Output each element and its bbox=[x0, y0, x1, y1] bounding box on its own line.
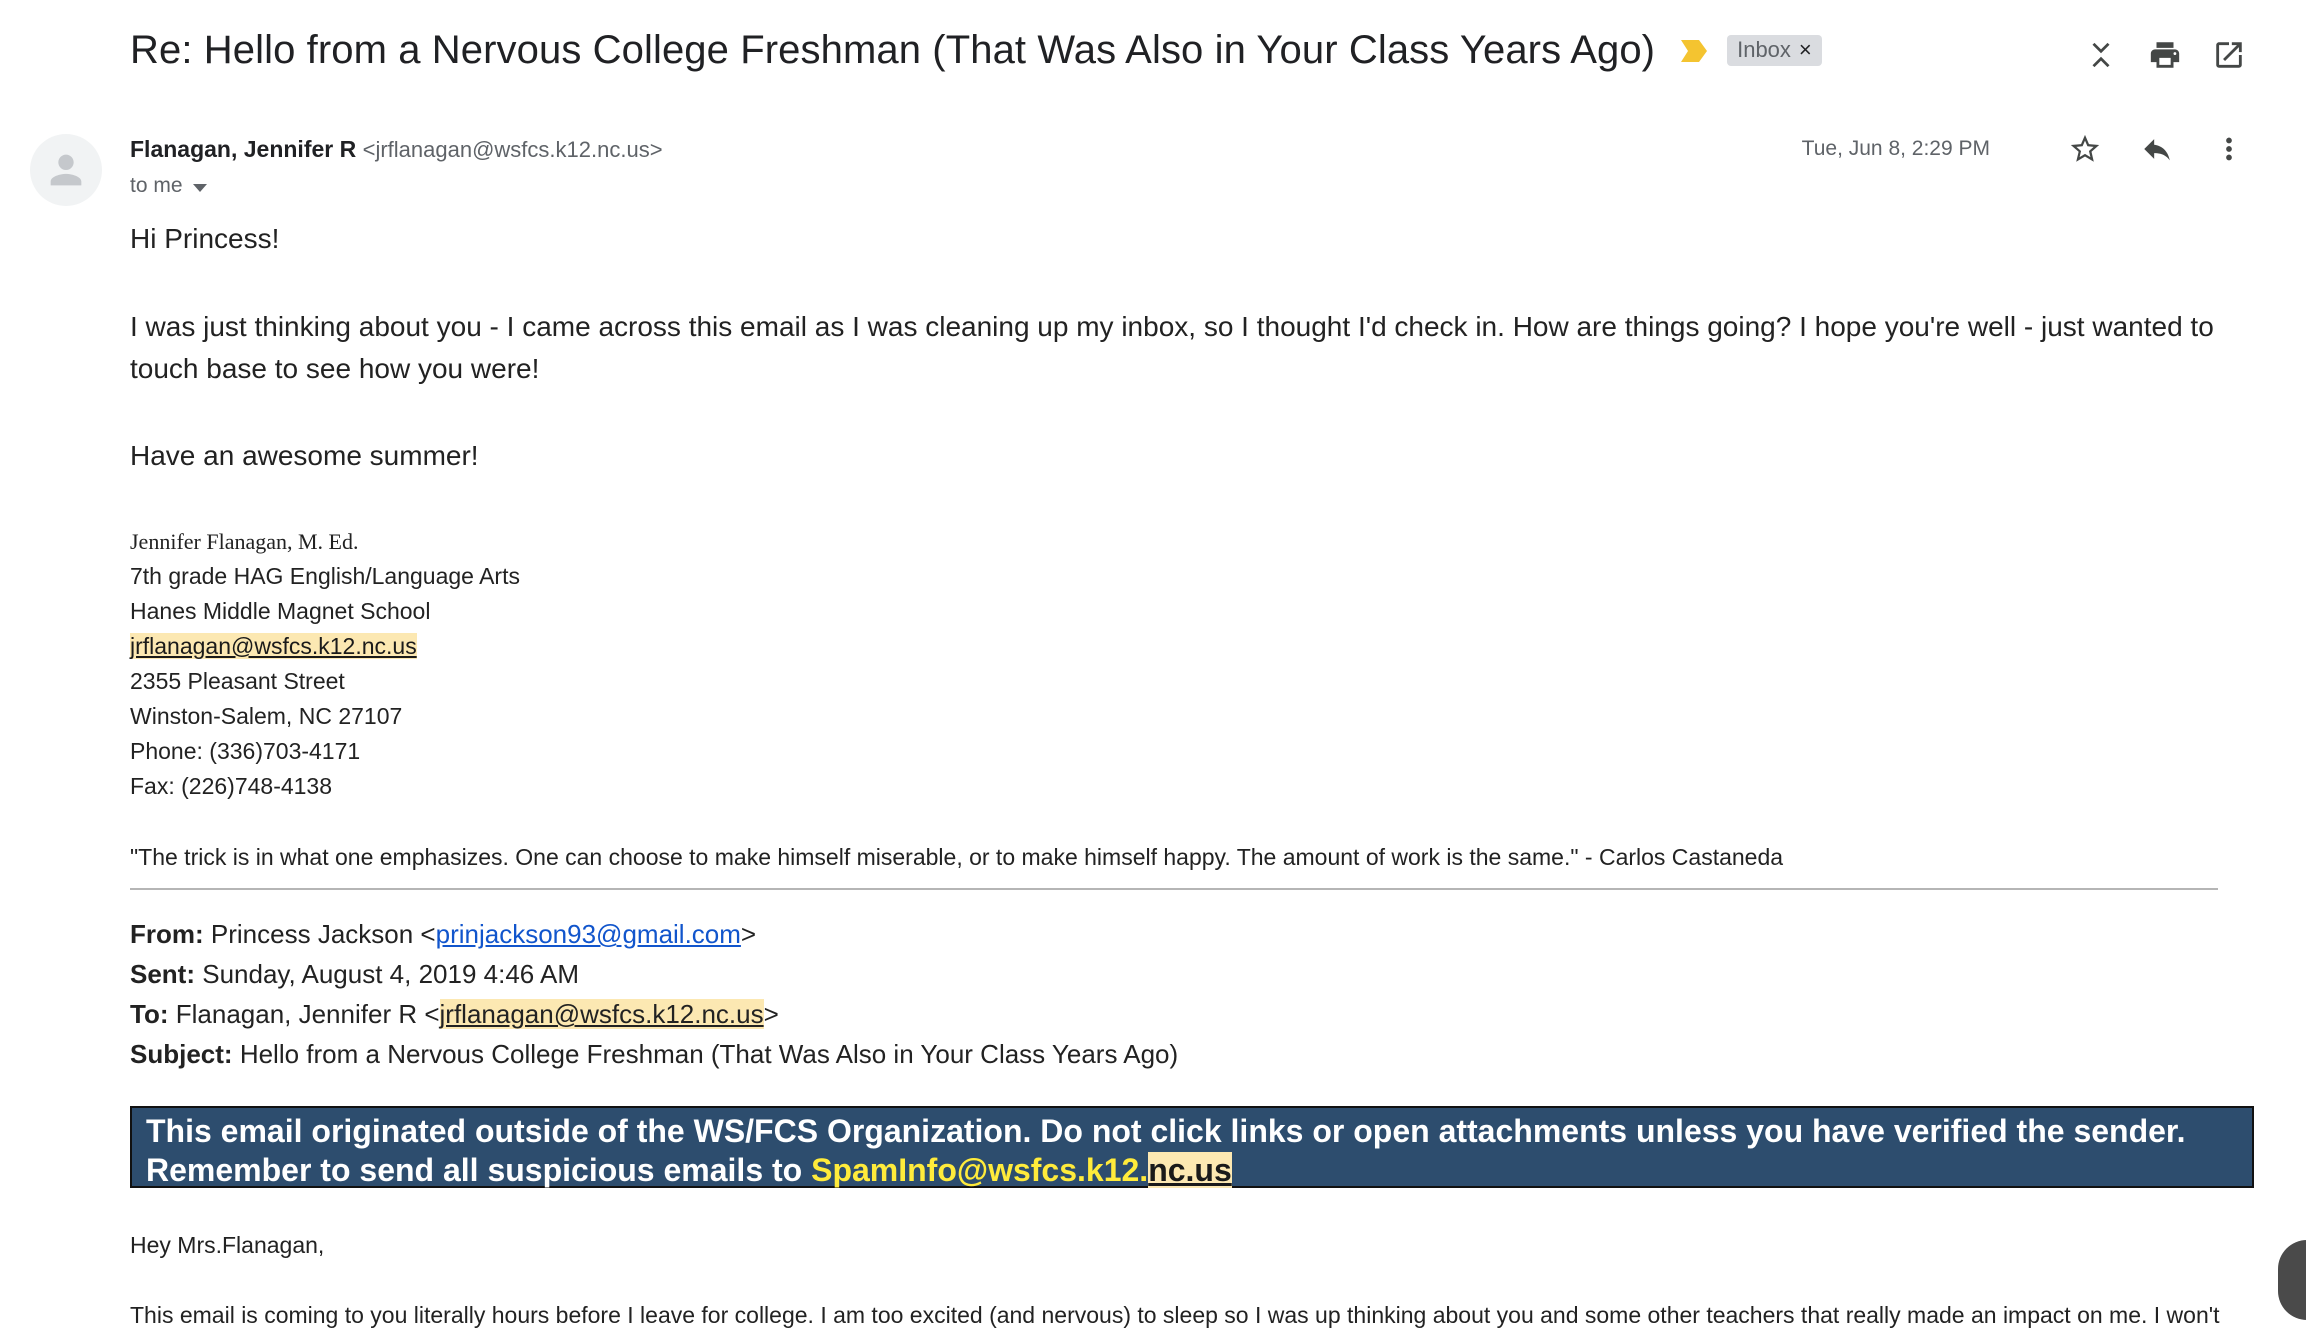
scrollbar-thumb[interactable] bbox=[2278, 1240, 2306, 1320]
from-email-link[interactable]: prinjackson93@gmail.com bbox=[436, 919, 741, 949]
quoted-header: From: Princess Jackson <prinjackson93@gm… bbox=[130, 914, 1178, 1074]
signature-phone: Phone: (336)703-4171 bbox=[130, 738, 361, 764]
quoted-sent-row: Sent: Sunday, August 4, 2019 4:46 AM bbox=[130, 954, 1178, 994]
signature-block: Jennifer Flanagan, M. Ed. 7th grade HAG … bbox=[130, 524, 520, 804]
remove-label-icon[interactable]: × bbox=[1799, 39, 1812, 61]
collapse-icon[interactable] bbox=[2084, 38, 2118, 72]
quoted-to-row: To: Flanagan, Jennifer R <jrflanagan@wsf… bbox=[130, 994, 1178, 1034]
person-icon bbox=[50, 154, 82, 186]
signature-email-link[interactable]: jrflanagan@wsfcs.k12.nc.us bbox=[130, 633, 417, 659]
quoted-greeting: Hey Mrs.Flanagan, bbox=[130, 1232, 325, 1258]
recipient-label: to me bbox=[130, 174, 183, 197]
subject-header: Re: Hello from a Nervous College Freshma… bbox=[130, 28, 1822, 73]
message-date: Tue, Jun 8, 2:29 PM bbox=[1801, 137, 1990, 160]
subject-value: Hello from a Nervous College Freshman (T… bbox=[239, 1039, 1179, 1069]
signature-city: Winston-Salem, NC 27107 bbox=[130, 703, 403, 729]
banner-line-1: This email originated outside of the WS/… bbox=[146, 1113, 2186, 1149]
banner-line-2: Remember to send all suspicious emails t… bbox=[146, 1151, 2238, 1190]
signature-school: Hanes Middle Magnet School bbox=[130, 598, 431, 624]
signature-street: 2355 Pleasant Street bbox=[130, 668, 345, 694]
divider bbox=[130, 888, 2218, 890]
print-icon[interactable] bbox=[2148, 38, 2182, 72]
body-paragraph: I was just thinking about you - I came a… bbox=[130, 311, 2214, 384]
banner-spam-email-part1[interactable]: SpamInfo@wsfcs.k12. bbox=[811, 1152, 1148, 1188]
quoted-subject-row: Subject: Hello from a Nervous College Fr… bbox=[130, 1034, 1178, 1074]
to-name: Flanagan, Jennifer R < bbox=[175, 999, 440, 1029]
to-close: > bbox=[763, 999, 779, 1029]
banner-line-2-prefix: Remember to send all suspicious emails t… bbox=[146, 1152, 812, 1188]
banner-spam-email-part2[interactable]: nc.us bbox=[1148, 1152, 1232, 1188]
message-actions: Tue, Jun 8, 2:29 PM bbox=[1802, 132, 2246, 166]
from-label: From: bbox=[130, 919, 204, 949]
signature-quote: "The trick is in what one emphasizes. On… bbox=[130, 844, 1784, 870]
signature-fax: Fax: (226)748-4138 bbox=[130, 773, 333, 799]
inbox-label-chip: Inbox × bbox=[1727, 35, 1822, 66]
external-email-warning-banner: This email originated outside of the WS/… bbox=[130, 1106, 2254, 1188]
sent-label: Sent: bbox=[130, 959, 195, 989]
star-icon[interactable] bbox=[2068, 132, 2102, 166]
importance-marker-icon[interactable] bbox=[1679, 38, 1709, 64]
reply-icon[interactable] bbox=[2140, 132, 2174, 166]
chevron-down-icon[interactable] bbox=[192, 184, 207, 192]
sender-name[interactable]: Flanagan, Jennifer R bbox=[130, 136, 356, 162]
sender-email: <jrflanagan@wsfcs.k12.nc.us> bbox=[362, 137, 663, 162]
more-vert-icon[interactable] bbox=[2212, 132, 2246, 166]
sent-value: Sunday, August 4, 2019 4:46 AM bbox=[202, 959, 580, 989]
body-greeting: Hi Princess! bbox=[130, 223, 280, 254]
from-name: Princess Jackson < bbox=[210, 919, 436, 949]
to-label: To: bbox=[130, 999, 169, 1029]
signature-name: Jennifer Flanagan, M. Ed. bbox=[130, 529, 359, 554]
quoted-from-row: From: Princess Jackson <prinjackson93@gm… bbox=[130, 914, 1178, 954]
label-text: Inbox bbox=[1737, 37, 1791, 62]
quoted-paragraph: This email is coming to you literally ho… bbox=[130, 1302, 2220, 1328]
to-email-link[interactable]: jrflanagan@wsfcs.k12.nc.us bbox=[439, 999, 764, 1029]
open-in-new-window-icon[interactable] bbox=[2212, 38, 2246, 72]
from-close: > bbox=[740, 919, 757, 949]
thread-toolbar bbox=[2084, 38, 2246, 72]
subject-label: Subject: bbox=[130, 1039, 233, 1069]
body-closing: Have an awesome summer! bbox=[130, 440, 479, 471]
email-subject: Re: Hello from a Nervous College Freshma… bbox=[130, 28, 1656, 72]
signature-title: 7th grade HAG English/Language Arts bbox=[130, 563, 520, 589]
recipient-details[interactable]: to me bbox=[130, 174, 207, 198]
sender-line: Flanagan, Jennifer R <jrflanagan@wsfcs.k… bbox=[130, 136, 663, 163]
avatar[interactable] bbox=[30, 134, 102, 206]
